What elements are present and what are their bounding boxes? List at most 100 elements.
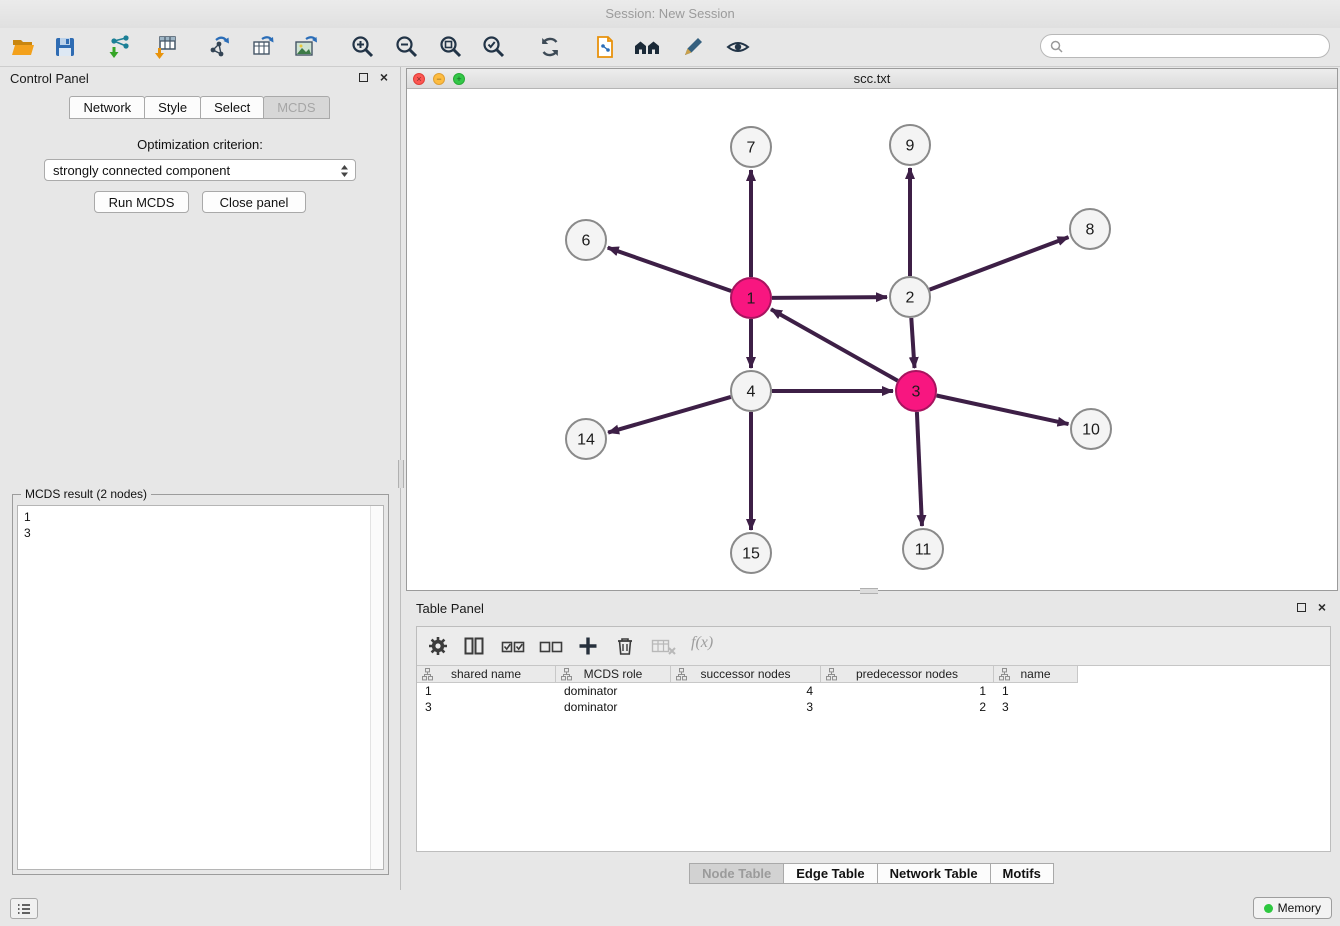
tab-network-table[interactable]: Network Table xyxy=(877,863,991,884)
graph-node-7[interactable]: 7 xyxy=(731,127,771,167)
column-header-successor-nodes[interactable]: successor nodes xyxy=(671,666,821,683)
tab-motifs[interactable]: Motifs xyxy=(990,863,1054,884)
table-row[interactable]: 1dominator411 xyxy=(417,683,1330,699)
close-panel-icon[interactable]: × xyxy=(380,69,388,85)
refresh-button[interactable] xyxy=(531,31,569,63)
close-window-button[interactable]: × xyxy=(413,73,425,85)
zoom-in-button[interactable] xyxy=(344,31,382,63)
close-panel-button[interactable]: Close panel xyxy=(202,191,306,213)
table-cell[interactable]: 3 xyxy=(417,699,556,715)
result-scrollbar-track[interactable] xyxy=(370,506,383,869)
show-hide-details-button[interactable] xyxy=(719,31,757,63)
zoom-out-button[interactable] xyxy=(388,31,426,63)
add-row-button[interactable] xyxy=(577,635,599,662)
table-cell[interactable]: 4 xyxy=(671,683,821,699)
graph-node-10[interactable]: 10 xyxy=(1071,409,1111,449)
column-label: predecessor nodes xyxy=(856,667,958,681)
graph-node-11[interactable]: 11 xyxy=(903,529,943,569)
window-controls: × − + xyxy=(413,73,465,85)
graph-edge-4-14[interactable] xyxy=(608,397,731,433)
zoom-in-icon xyxy=(350,34,376,60)
column-header-predecessor-nodes[interactable]: predecessor nodes xyxy=(821,666,994,683)
graph-edge-3-10[interactable] xyxy=(937,396,1069,425)
graph-node-4[interactable]: 4 xyxy=(731,371,771,411)
horizontal-splitter-handle[interactable] xyxy=(860,588,878,594)
column-label: shared name xyxy=(451,667,521,681)
zoom-fit-button[interactable] xyxy=(432,31,470,63)
table-cell[interactable]: 2 xyxy=(821,699,994,715)
table-cell[interactable]: 1 xyxy=(994,683,1078,699)
import-table-button[interactable] xyxy=(146,31,184,63)
column-header-name[interactable]: name xyxy=(994,666,1078,683)
table-settings-button[interactable] xyxy=(427,635,449,662)
mcds-result-area[interactable]: 1 3 xyxy=(17,505,384,870)
export-network-button[interactable] xyxy=(200,31,238,63)
table-cell[interactable]: 3 xyxy=(671,699,821,715)
graph-edge-2-3[interactable] xyxy=(911,318,914,368)
deselect-all-button[interactable] xyxy=(539,635,565,662)
graph-node-3[interactable]: 3 xyxy=(896,371,936,411)
tab-node-table[interactable]: Node Table xyxy=(689,863,784,884)
delete-row-button[interactable] xyxy=(614,635,636,662)
graph-edge-1-2[interactable] xyxy=(772,297,887,298)
show-panel-list-button[interactable] xyxy=(10,898,38,919)
run-mcds-button[interactable]: Run MCDS xyxy=(94,191,189,213)
tab-select[interactable]: Select xyxy=(200,96,264,119)
table-toolbar: f(x) xyxy=(417,627,1330,666)
table-cell[interactable]: 3 xyxy=(994,699,1078,715)
close-table-panel-icon[interactable]: × xyxy=(1318,599,1326,615)
graph-node-6[interactable]: 6 xyxy=(566,220,606,260)
vertical-splitter-handle[interactable] xyxy=(398,460,404,488)
open-file-button[interactable] xyxy=(4,31,42,63)
graph-node-14[interactable]: 14 xyxy=(566,419,606,459)
graph-node-9[interactable]: 9 xyxy=(890,125,930,165)
tab-style[interactable]: Style xyxy=(144,96,201,119)
column-header-MCDS-role[interactable]: MCDS role xyxy=(556,666,671,683)
column-header-shared-name[interactable]: shared name xyxy=(417,666,556,683)
columns-icon xyxy=(463,635,485,657)
graph-edge-1-6[interactable] xyxy=(608,248,732,291)
eye-icon xyxy=(725,34,751,60)
title-bar[interactable]: Session: New Session xyxy=(0,0,1340,28)
network-graph[interactable]: 7 9 6 8 1 2 4 3 10 14 15 11 xyxy=(407,89,1337,590)
search-box[interactable] xyxy=(1040,34,1330,58)
table-cell[interactable]: 1 xyxy=(417,683,556,699)
table-row[interactable]: 3dominator323 xyxy=(417,699,1330,715)
graph-edge-3-11[interactable] xyxy=(917,412,922,526)
optimization-criterion-dropdown[interactable]: strongly connected component xyxy=(44,159,356,181)
float-panel-icon[interactable] xyxy=(359,73,368,82)
graph-node-15[interactable]: 15 xyxy=(731,533,771,573)
table-cell[interactable]: 1 xyxy=(821,683,994,699)
float-table-panel-icon[interactable] xyxy=(1297,603,1306,612)
network-canvas[interactable]: 7 9 6 8 1 2 4 3 10 14 15 11 xyxy=(407,89,1337,590)
graph-edge-3-1[interactable] xyxy=(771,309,898,380)
svg-text:4: 4 xyxy=(747,384,756,401)
table-cell[interactable]: dominator xyxy=(556,683,671,699)
tab-mcds[interactable]: MCDS xyxy=(263,96,329,119)
show-columns-button[interactable] xyxy=(463,635,485,662)
export-table-button[interactable] xyxy=(244,31,282,63)
zoom-out-icon xyxy=(394,34,420,60)
export-image-button[interactable] xyxy=(287,31,325,63)
first-neighbors-button[interactable] xyxy=(628,31,668,63)
zoom-selected-button[interactable] xyxy=(475,31,513,63)
trash-icon xyxy=(614,635,636,657)
search-input[interactable] xyxy=(1068,39,1320,53)
graph-node-2[interactable]: 2 xyxy=(890,277,930,317)
graph-node-1[interactable]: 1 xyxy=(731,278,771,318)
tab-network[interactable]: Network xyxy=(69,96,145,119)
memory-button[interactable]: Memory xyxy=(1253,897,1332,919)
apply-style-button[interactable] xyxy=(674,31,712,63)
new-network-from-selection-button[interactable] xyxy=(586,31,624,63)
table-cell[interactable]: dominator xyxy=(556,699,671,715)
tab-edge-table[interactable]: Edge Table xyxy=(783,863,877,884)
select-all-button[interactable] xyxy=(501,635,527,662)
import-network-button[interactable] xyxy=(100,31,138,63)
save-session-button[interactable] xyxy=(46,31,84,63)
graph-node-8[interactable]: 8 xyxy=(1070,209,1110,249)
network-window-titlebar[interactable]: × − + scc.txt xyxy=(407,69,1337,89)
table-tabs: Node Table Edge Table Network Table Moti… xyxy=(406,863,1338,884)
graph-edge-2-8[interactable] xyxy=(930,237,1069,290)
zoom-window-button[interactable]: + xyxy=(453,73,465,85)
minimize-window-button[interactable]: − xyxy=(433,73,445,85)
